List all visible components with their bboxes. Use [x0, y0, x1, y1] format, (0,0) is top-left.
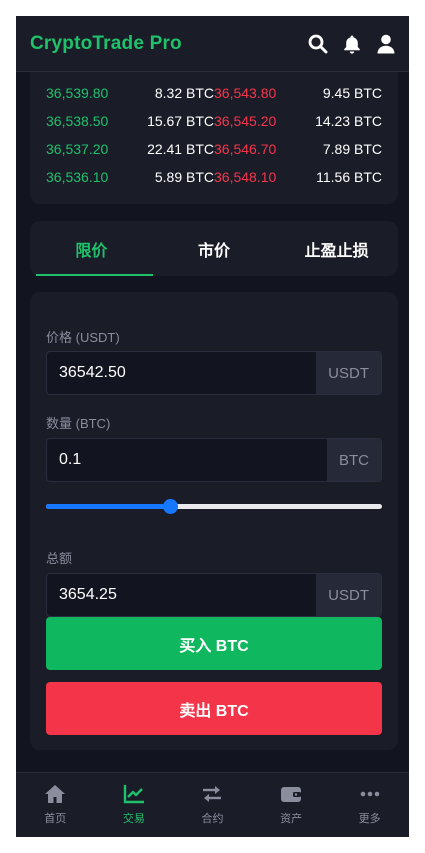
nav-item-more[interactable]: 更多	[330, 773, 409, 837]
order-form: 价格 (USDT) USDT 数量 (BTC) BTC 总额 USDT 买入 B…	[30, 292, 398, 750]
total-unit: USDT	[316, 574, 381, 616]
total-input[interactable]	[47, 574, 317, 616]
price-input[interactable]	[47, 352, 317, 394]
wallet-icon	[280, 784, 302, 804]
nav-item-assets[interactable]: 资产	[252, 773, 331, 837]
order-type-tabs: 限价 市价 止盈止损	[30, 221, 398, 276]
header-actions	[308, 34, 396, 54]
order-book-row[interactable]: 36,536.10 5.89 BTC 36,548.10 11.56 BTC	[30, 163, 398, 191]
nav-label-more: 更多	[358, 813, 381, 825]
user-icon[interactable]	[376, 34, 396, 54]
bid-price: 36,536.10	[46, 169, 109, 185]
nav-item-contract[interactable]: 合约	[173, 773, 252, 837]
bid-price: 36,539.80	[46, 85, 109, 101]
ask-amount: 11.56 BTC	[316, 169, 382, 185]
order-book-row[interactable]: 36,538.50 15.67 BTC 36,545.20 14.23 BTC	[30, 107, 398, 135]
ask-price: 36,545.20	[214, 113, 277, 129]
bell-icon[interactable]	[342, 34, 362, 54]
amount-input[interactable]	[47, 439, 327, 481]
chart-icon	[123, 784, 145, 804]
ask-amount: 14.23 BTC	[315, 113, 382, 129]
slider-fill	[46, 504, 171, 509]
nav-item-trade[interactable]: 交易	[95, 773, 174, 837]
bid-amount: 22.41 BTC	[147, 141, 214, 157]
nav-item-home[interactable]: 首页	[16, 773, 95, 837]
swap-icon	[201, 784, 223, 804]
total-label: 总额	[46, 551, 73, 566]
amount-field: BTC	[46, 438, 382, 482]
search-icon[interactable]	[308, 34, 328, 54]
order-book-row[interactable]: 36,539.80 8.32 BTC 36,543.80 9.45 BTC	[30, 79, 398, 107]
tab-stop[interactable]: 止盈止损	[275, 221, 398, 276]
ask-price: 36,548.10	[214, 169, 277, 185]
ask-amount: 7.89 BTC	[322, 141, 382, 157]
more-icon	[359, 784, 381, 804]
top-header: CryptoTrade Pro	[16, 16, 409, 72]
amount-label: 数量 (BTC)	[46, 416, 111, 431]
ask-amount: 9.45 BTC	[322, 85, 382, 101]
ask-price: 36,546.70	[214, 141, 277, 157]
tab-market[interactable]: 市价	[153, 221, 276, 276]
nav-label-home: 首页	[44, 813, 67, 825]
bid-price: 36,538.50	[46, 113, 109, 129]
bid-amount: 15.67 BTC	[147, 113, 214, 129]
nav-label-contract: 合约	[201, 813, 224, 825]
price-label: 价格 (USDT)	[46, 330, 120, 345]
app-title: CryptoTrade Pro	[30, 32, 182, 54]
buy-button[interactable]: 买入 BTC	[46, 617, 382, 670]
app-screen: CryptoTrade Pro 36,539.80 8.32 BTC 36,54…	[16, 16, 409, 837]
ask-price: 36,543.80	[214, 85, 277, 101]
bid-price: 36,537.20	[46, 141, 109, 157]
total-field: USDT	[46, 573, 382, 617]
sell-button[interactable]: 卖出 BTC	[46, 682, 382, 735]
bottom-nav: 首页 交易 合约 资产 更多	[16, 772, 409, 837]
order-book-row[interactable]: 36,537.20 22.41 BTC 36,546.70 7.89 BTC	[30, 135, 398, 163]
bid-amount: 8.32 BTC	[154, 85, 214, 101]
bid-amount: 5.89 BTC	[154, 169, 214, 185]
amount-unit: BTC	[327, 439, 381, 481]
nav-label-trade: 交易	[122, 813, 145, 825]
home-icon	[44, 784, 66, 804]
tab-limit[interactable]: 限价	[30, 221, 153, 276]
nav-label-assets: 资产	[280, 813, 303, 825]
order-book: 36,539.80 8.32 BTC 36,543.80 9.45 BTC 36…	[30, 72, 398, 204]
price-unit: USDT	[316, 352, 381, 394]
amount-slider[interactable]	[46, 499, 382, 514]
slider-thumb[interactable]	[163, 499, 179, 514]
price-field: USDT	[46, 351, 382, 395]
